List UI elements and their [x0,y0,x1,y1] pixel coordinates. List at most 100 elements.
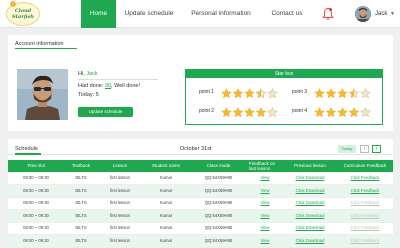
download-link[interactable]: Click Download [283,172,337,184]
cell-student-name: Kumar [159,200,173,205]
download-link[interactable]: Click Download [283,222,337,234]
star-icon [221,88,232,99]
avatar[interactable] [355,6,371,22]
cell-textbook: IELTS [75,237,87,243]
today-button[interactable]: Today [338,145,356,153]
view-feedback-link[interactable]: View [247,222,283,234]
star-icon [360,107,371,118]
curriculum-feedback-link[interactable]: Click Feedback [337,235,393,247]
download-link[interactable]: Click Download [283,235,337,247]
cell-textbook: IELTS [75,225,87,230]
greeting-prefix: Hi, [78,71,85,77]
tab-update-schedule[interactable]: Update schedule [120,0,178,28]
star-icon [267,88,278,99]
col-class-mode: Class mode [206,163,231,168]
table-row: 08:00 ~ 09:30 IELTS first lesson Kumar QQ:54… [8,197,393,209]
cell-lesson: first lesson [109,225,130,230]
logo-text-2: Starfish [12,14,34,20]
cell-lesson: first lesson [109,175,130,180]
tab-personal-information[interactable]: Personal information [186,0,256,28]
view-feedback-link[interactable]: View [247,197,283,209]
star-icon [348,88,360,99]
user-name[interactable]: Jack [375,0,387,28]
cell-textbook: IELTS [75,200,87,205]
prev-arrow-icon[interactable]: ‹ [360,145,369,153]
had-done-prefix: Had done: [78,83,105,89]
schedule-table-header: Time slot Textbook Lesson Student name C… [8,160,393,172]
tab-home[interactable]: Home [81,0,116,28]
view-feedback-link[interactable]: View [247,185,283,197]
cell-time-slot: 08:00 ~ 09:30 [23,187,49,193]
star-box: Star box point 1 point 3 point 2 point 4 [185,69,383,125]
update-schedule-button[interactable]: Update schedule [78,107,133,117]
brand-logo[interactable]: Cloud Starfish [6,1,40,26]
point-3-stars [314,86,374,99]
point-4-stars [314,105,374,118]
download-link[interactable]: Click Download [283,197,337,209]
cell-student-name: Kumar [159,175,173,180]
curriculum-feedback-link[interactable]: Click Feedback [337,172,393,184]
table-row: 08:00 ~ 09:30 IELTS first lesson Kumar QQ:54… [8,172,393,184]
bell-icon[interactable] [322,7,334,21]
had-done: Had done: 30, Well done! [78,83,140,89]
col-textbook: Textbook [71,163,90,168]
cell-lesson: first lesson [109,237,130,243]
view-feedback-link[interactable]: View [247,235,283,247]
star-icon [267,107,278,118]
col-curriculum-feedback: Curriculum Feedback [343,163,387,168]
notification-dot [329,8,332,11]
star-box-title: Star box [186,70,382,78]
star-icon [255,107,267,118]
cell-lesson: first lesson [109,187,130,193]
download-link[interactable]: Click Download [283,210,337,222]
col-feedback-last: Feedback on last lesson [249,161,276,171]
profile-photo [17,69,68,120]
had-done-suffix: , Well done! [111,83,140,89]
title-underline [15,48,77,49]
cell-student-name: Kumar [159,225,173,230]
curriculum-feedback-link[interactable]: Click Feedback [337,222,393,234]
schedule-title: Schedule [15,146,38,152]
point-4-label: point 4 [292,108,308,114]
star-icon [314,107,325,118]
col-previous-lesson: Previous lesson [294,163,326,168]
cell-textbook: IELTS [75,175,87,180]
curriculum-feedback-link[interactable]: Click Feedback [337,185,393,197]
cell-class-mode: QQ:54X59H90 [204,225,233,230]
table-row: 08:00 ~ 09:30 IELTS first lesson Kumar QQ:54… [8,184,393,197]
star-icon [325,107,337,118]
cell-time-slot: 08:00 ~ 09:30 [23,212,49,218]
logo-sun [10,1,16,7]
greeting-divider [78,79,158,80]
schedule-card: Schedule October 31st Today ‹ › Time slo… [8,139,393,248]
point-2-stars [221,105,281,118]
cell-class-mode: QQ:54X59H90 [204,237,233,243]
tab-contact-us[interactable]: Contact us [266,0,308,28]
table-row: 08:00 ~ 09:30 IELTS first lesson Kumar QQ:54… [8,222,393,234]
curriculum-feedback-link[interactable]: Click Feedback [337,197,393,209]
col-lesson: Lesson [112,163,128,168]
account-title: Account information [15,41,64,47]
col-student-name: Student name [151,163,181,168]
star-icon [244,88,255,99]
col-time-slot: Time slot [26,163,46,168]
point-3-label: point 3 [292,89,308,95]
view-feedback-link[interactable]: View [247,172,283,184]
star-icon [232,88,244,99]
download-link[interactable]: Click Download [283,185,337,197]
cell-textbook: IELTS [75,187,87,193]
next-arrow-icon[interactable]: › [372,145,381,153]
cell-class-mode: QQ:54X59H90 [204,200,233,205]
chevron-down-icon[interactable]: ▼ [390,11,395,17]
cell-time-slot: 08:00 ~ 09:30 [23,225,49,230]
view-feedback-link[interactable]: View [247,210,283,222]
star-icon [348,107,360,118]
table-row: 08:00 ~ 09:30 IELTS first lesson Kumar QQ:54… [8,234,393,247]
table-row: 08:00 ~ 09:30 IELTS first lesson Kumar QQ:54… [8,209,393,222]
point-1-stars [221,86,281,99]
cell-class-mode: QQ:54X59H90 [204,187,233,193]
star-icon [325,88,337,99]
star-icon [337,88,348,99]
today-count: Today: 5 [78,92,99,98]
curriculum-feedback-link[interactable]: Click Feedback [337,210,393,222]
